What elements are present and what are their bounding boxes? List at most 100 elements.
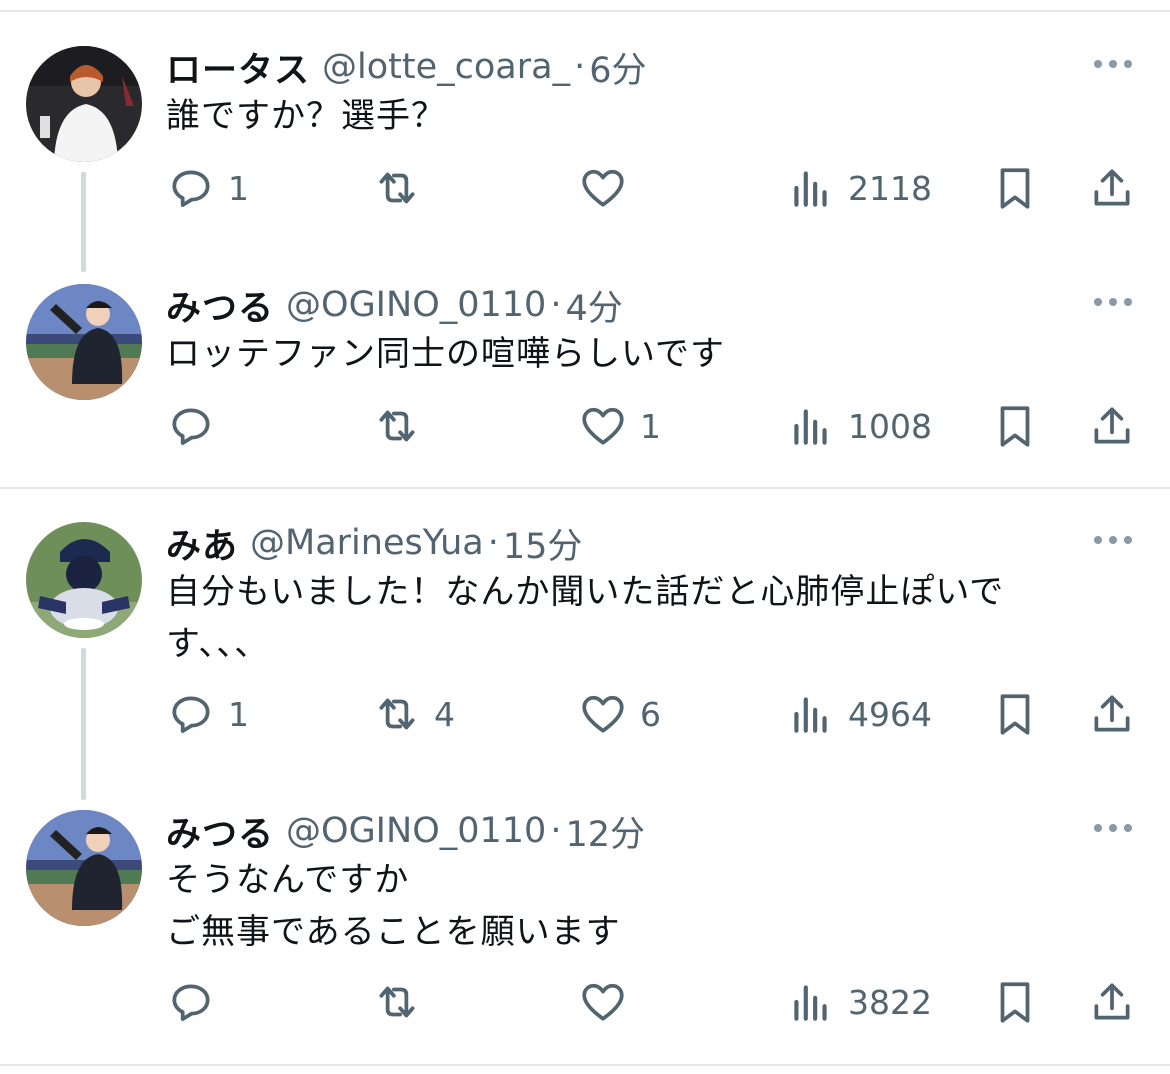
tweet-header: みあ @MarinesYua · 15分	[166, 518, 583, 569]
tweet-header: ロータス @lotte_coara_ · 6分	[166, 42, 647, 93]
like-count: 6	[640, 694, 661, 734]
tweet-text-line: ロッテファン同士の喧嘩らしいです	[166, 334, 725, 374]
timestamp[interactable]: 12分	[565, 806, 645, 857]
reply-count: 1	[228, 168, 249, 208]
bookmark-icon	[1000, 168, 1030, 209]
avatar-image-mascot	[26, 522, 142, 638]
views-button[interactable]: 3822	[786, 974, 932, 1030]
heart-icon	[582, 695, 624, 733]
tweet-text: 自分もいました！なんか聞いた話だと心肺停止ぽいで す、、、	[166, 566, 1004, 670]
display-name[interactable]: みつる	[166, 806, 274, 857]
reply-button[interactable]	[166, 398, 228, 454]
top-divider	[0, 10, 1170, 12]
tweet-text: そうなんですか ご無事であることを願います	[166, 854, 621, 958]
like-button[interactable]	[578, 160, 640, 216]
bar-chart-icon	[794, 697, 827, 733]
retweet-icon	[379, 410, 415, 442]
avatar[interactable]	[26, 46, 142, 162]
reply-bubble-icon	[172, 984, 210, 1021]
timestamp[interactable]: 6分	[589, 42, 646, 93]
tweet-text-line: そうなんですか	[166, 860, 410, 900]
heart-icon	[582, 983, 624, 1021]
bar-chart-icon	[794, 985, 827, 1021]
action-bar: 1 4 6 4964	[0, 686, 1170, 742]
bar-chart-icon	[794, 171, 827, 207]
reply-button[interactable]	[166, 974, 228, 1030]
action-bar: 1 1008	[0, 398, 1170, 454]
retweet-count: 4	[434, 694, 455, 734]
view-count: 1008	[848, 406, 932, 446]
timestamp[interactable]: 15分	[503, 518, 583, 569]
retweet-button[interactable]	[372, 398, 434, 454]
retweet-button[interactable]: 4	[372, 686, 455, 742]
reply-button[interactable]: 1	[166, 160, 249, 216]
share-button[interactable]	[1087, 398, 1137, 454]
tweet-text-line: 自分もいました！なんか聞いた話だと心肺停止ぽいで	[166, 572, 1005, 612]
tweet-header: みつる @OGINO_0110 · 12分	[166, 806, 645, 857]
display-name[interactable]: みつる	[166, 280, 274, 331]
avatar-image-baseball-player	[26, 810, 142, 926]
bookmark-button[interactable]	[990, 686, 1040, 742]
heart-icon	[582, 169, 624, 207]
display-name[interactable]: みあ	[166, 518, 238, 569]
avatar[interactable]	[26, 522, 142, 638]
view-count: 4964	[848, 694, 932, 734]
views-button[interactable]: 1008	[786, 398, 932, 454]
more-dots-icon[interactable]	[1094, 54, 1138, 74]
bookmark-button[interactable]	[990, 398, 1040, 454]
view-count: 2118	[848, 168, 932, 208]
more-dots-icon[interactable]	[1094, 818, 1138, 838]
share-upload-icon	[1094, 983, 1130, 1020]
user-handle[interactable]: @lotte_coara_	[322, 47, 570, 87]
bottom-divider	[0, 1064, 1170, 1066]
share-upload-icon	[1094, 169, 1130, 206]
bookmark-icon	[1000, 406, 1030, 447]
heart-icon	[582, 407, 624, 445]
avatar[interactable]	[26, 284, 142, 400]
share-upload-icon	[1094, 695, 1130, 732]
share-upload-icon	[1094, 407, 1130, 444]
tweet-text: 誰ですか？選手？	[166, 90, 446, 142]
like-button[interactable]: 1	[578, 398, 661, 454]
separator-dot: ·	[550, 285, 562, 325]
retweet-icon	[379, 698, 415, 730]
avatar[interactable]	[26, 810, 142, 926]
reply-count: 1	[228, 694, 249, 734]
avatar-image-baseball-player	[26, 284, 142, 400]
bookmark-button[interactable]	[990, 160, 1040, 216]
tweet-text: ロッテファン同士の喧嘩らしいです	[166, 328, 725, 380]
user-handle[interactable]: @MarinesYua	[250, 523, 484, 563]
user-handle[interactable]: @OGINO_0110	[286, 285, 546, 325]
tweet-text-line: 誰ですか？選手？	[166, 96, 446, 136]
bookmark-button[interactable]	[990, 974, 1040, 1030]
retweet-button[interactable]	[372, 160, 434, 216]
like-count: 1	[640, 406, 661, 446]
share-button[interactable]	[1087, 686, 1137, 742]
retweet-icon	[379, 172, 415, 204]
bookmark-icon	[1000, 982, 1030, 1023]
timestamp[interactable]: 4分	[565, 280, 622, 331]
action-bar: 1 2118	[0, 160, 1170, 216]
action-bar: 3822	[0, 974, 1170, 1030]
share-button[interactable]	[1087, 160, 1137, 216]
reply-button[interactable]: 1	[166, 686, 249, 742]
separator-dot: ·	[574, 47, 586, 87]
share-button[interactable]	[1087, 974, 1137, 1030]
views-button[interactable]: 2118	[786, 160, 932, 216]
retweet-button[interactable]	[372, 974, 434, 1030]
reply-bubble-icon	[172, 408, 210, 445]
more-dots-icon[interactable]	[1094, 292, 1138, 312]
like-button[interactable]: 6	[578, 686, 661, 742]
separator-dot: ·	[550, 811, 562, 851]
separator-dot: ·	[487, 523, 499, 563]
more-dots-icon[interactable]	[1094, 530, 1138, 550]
views-button[interactable]: 4964	[786, 686, 932, 742]
display-name[interactable]: ロータス	[166, 42, 310, 93]
tweet-header: みつる @OGINO_0110 · 4分	[166, 280, 623, 331]
user-handle[interactable]: @OGINO_0110	[286, 811, 546, 851]
bar-chart-icon	[794, 409, 827, 445]
view-count: 3822	[848, 982, 932, 1022]
avatar-image-person	[26, 46, 142, 162]
reply-bubble-icon	[172, 696, 210, 733]
like-button[interactable]	[578, 974, 640, 1030]
